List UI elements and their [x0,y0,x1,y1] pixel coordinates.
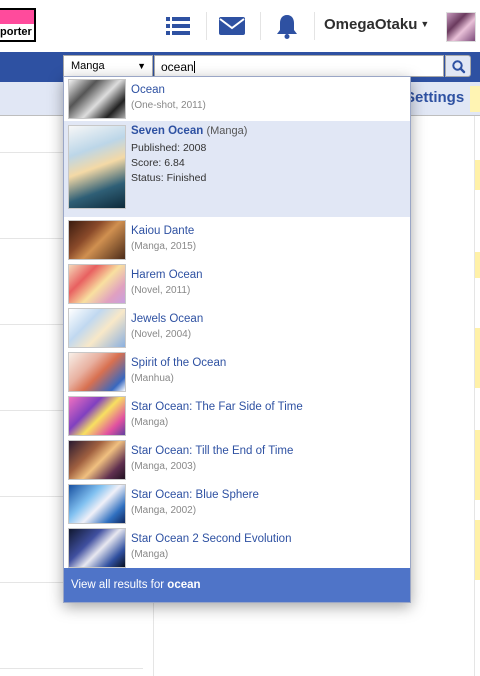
header-separator [314,12,315,40]
suggestion-meta: (Novel, 2011) [131,285,191,296]
user-menu[interactable]: OmegaOtaku ▼ [324,16,429,33]
suggestion-title: Star Ocean 2 Second Evolution [131,533,292,545]
side-banner [475,328,480,388]
cover-thumbnail [68,125,126,209]
cover-thumbnail [68,308,126,348]
side-banner [475,160,480,190]
caret-down-icon: ▼ [137,61,146,71]
content-divider [0,410,64,411]
suggestion-meta: (Manga, 2002) [131,505,197,516]
suggestion-title: Ocean [131,84,165,96]
suggestion-meta: (Manga) [131,417,169,428]
suggestion-title-text: Seven Ocean [131,125,204,137]
cover-thumbnail [68,528,126,568]
suggestion-status: Status: Finished [131,172,207,184]
content-divider [0,496,64,497]
header-separator [206,12,207,40]
suggestion-title: Star Ocean: The Far Side of Time [131,401,303,413]
text-cursor [193,61,195,73]
cover-thumbnail [68,264,126,304]
search-category-value: Manga [71,60,105,72]
cover-thumbnail [68,220,126,260]
content-divider [0,152,64,153]
search-button[interactable] [445,55,471,77]
search-form: Manga ▼ ocean [63,55,471,77]
side-banner [475,520,480,580]
cover-thumbnail [68,79,126,119]
suggestion-item[interactable]: Ocean (One-shot, 2011) [64,77,410,121]
cover-thumbnail [68,484,126,524]
cover-thumbnail [68,440,126,480]
search-query: ocean [161,60,194,74]
suggestion-item[interactable]: Star Ocean: Till the End of Time (Manga,… [64,438,410,482]
suggestion-title: Jewels Ocean [131,313,204,325]
content-divider [0,668,143,669]
suggestion-title: Seven Ocean (Manga) [131,125,247,137]
suggestion-item[interactable]: Harem Ocean (Novel, 2011) [64,262,410,306]
suggestion-title: Kaiou Dante [131,225,195,237]
search-suggestions: Ocean (One-shot, 2011) Seven Ocean (Mang… [63,76,411,603]
suggestion-item[interactable]: Jewels Ocean (Novel, 2004) [64,306,410,350]
logo-text: porter [0,26,32,38]
nav-settings-link[interactable]: Settings [405,89,464,106]
header-separator [260,12,261,40]
content-divider [0,324,64,325]
caret-down-icon: ▼ [420,19,430,29]
suggestion-title: Harem Ocean [131,269,203,281]
suggestion-meta: (Manga, 2003) [131,461,197,472]
side-tab [470,86,480,112]
suggestion-title: Spirit of the Ocean [131,357,227,369]
suggestion-score: Score: 6.84 [131,157,185,169]
search-input[interactable]: ocean [154,55,444,77]
search-category-select[interactable]: Manga ▼ [63,55,153,77]
suggestion-item[interactable]: Kaiou Dante (Manga, 2015) [64,218,410,262]
suggestion-item[interactable]: Star Ocean: The Far Side of Time (Manga) [64,394,410,438]
content-divider [0,582,64,583]
suggestion-meta: (Manga, 2015) [131,241,197,252]
suggestion-title: Star Ocean: Blue Sphere [131,489,259,501]
suggestion-meta: (Manga) [131,549,169,560]
suggestion-meta: (Manhua) [131,373,174,384]
view-all-prefix: View all results for [71,579,168,591]
suggestion-meta: (One-shot, 2011) [131,100,206,111]
suggestion-item[interactable]: Star Ocean: Blue Sphere (Manga, 2002) [64,482,410,526]
site-logo[interactable]: porter [0,8,36,42]
search-icon [452,60,466,74]
suggestion-type: (Manga) [206,125,248,137]
logo-pink-band [0,10,34,24]
cover-thumbnail [68,352,126,392]
content-divider [474,116,475,676]
suggestion-published: Published: 2008 [131,142,207,154]
side-banner [475,430,480,500]
view-all-results-link[interactable]: View all results for ocean [64,568,410,602]
username: OmegaOtaku [324,16,418,33]
list-icon[interactable] [164,12,192,40]
suggestion-item-selected[interactable]: Seven Ocean (Manga) Published: 2008 Scor… [64,121,410,217]
avatar[interactable] [446,12,476,42]
bell-icon[interactable] [273,12,301,40]
suggestion-item[interactable]: Star Ocean 2 Second Evolution (Manga) [64,526,410,568]
top-header: porter OmegaOtaku ▼ [0,0,480,52]
suggestion-item[interactable]: Spirit of the Ocean (Manhua) [64,350,410,394]
view-all-query: ocean [167,579,201,591]
side-banner [475,252,480,278]
suggestion-title: Star Ocean: Till the End of Time [131,445,294,457]
mail-icon[interactable] [218,12,246,40]
suggestion-meta: (Novel, 2004) [131,329,192,340]
cover-thumbnail [68,396,126,436]
content-divider [0,238,64,239]
